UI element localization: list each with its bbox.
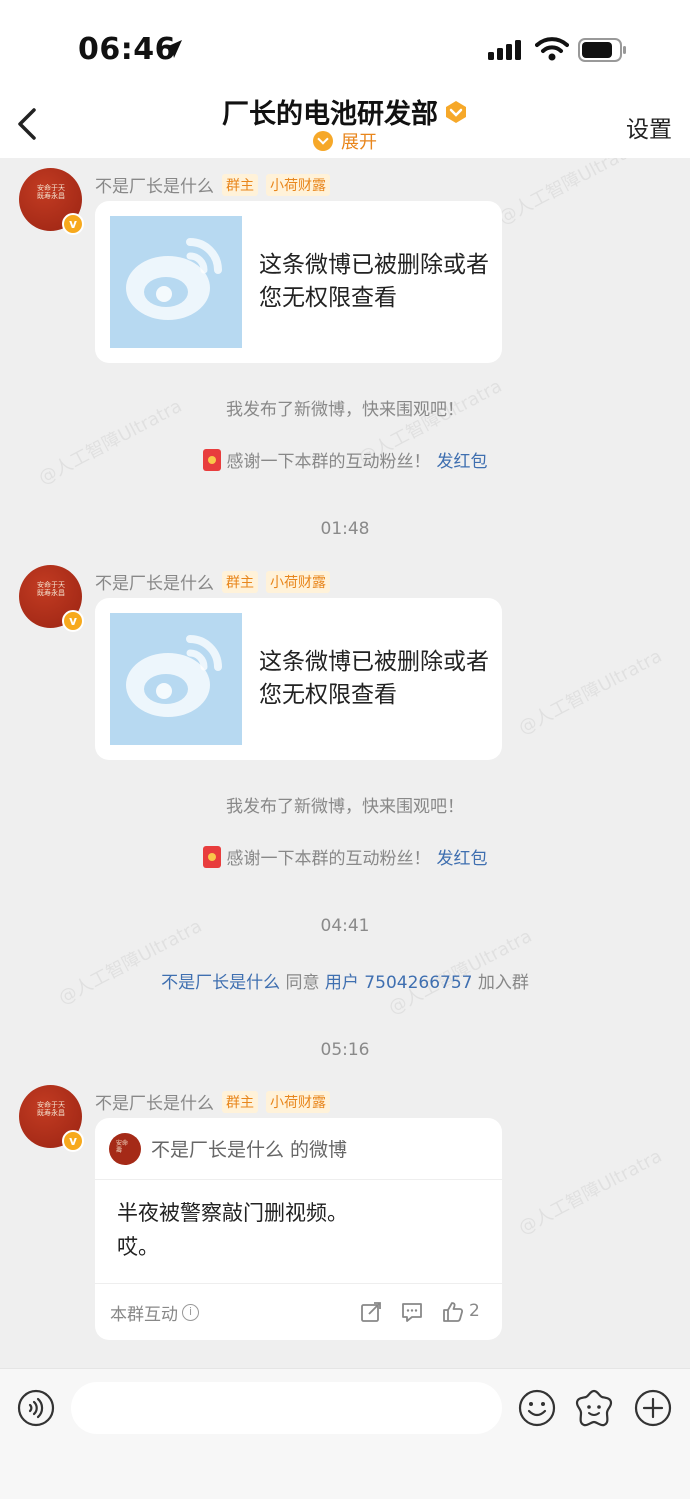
system-message: 我发布了新微博，快来围观吧！	[226, 400, 464, 420]
watermark: @人工智障Ultratra	[515, 1145, 666, 1239]
expand-label: 展开	[341, 132, 377, 153]
avatar-seal-art: 安命于天 既寿永昌	[37, 1101, 65, 1117]
join-event: 不是厂长是什么 同意 用户 7504266757 加入群	[0, 968, 690, 993]
red-packet-icon	[202, 448, 221, 471]
like-count: 2	[469, 1301, 480, 1321]
weibo-logo-thumbnail	[110, 613, 242, 745]
sender-name[interactable]: 不是厂长是什么	[95, 172, 214, 197]
wifi-icon	[535, 37, 569, 61]
weibo-logo-icon	[126, 238, 222, 320]
comment-icon[interactable]	[401, 1301, 423, 1323]
expand-toggle[interactable]: 展开	[0, 128, 690, 156]
weibo-card-header[interactable]: 不是厂长是什么 的微博	[95, 1118, 502, 1180]
settings-button[interactable]: 设置	[626, 110, 672, 144]
watermark: @人工智障Ultratra	[515, 645, 666, 739]
weibo-card-header-text: 不是厂长是什么 的微博	[151, 1139, 348, 1161]
timestamp: 04:41	[320, 916, 370, 936]
role-tag-title: 小荷财露	[266, 570, 330, 593]
sender-line: 不是厂长是什么 群主 小荷财露	[95, 569, 330, 594]
nav-bar: 厂长的电池研发部 展开 设置	[0, 90, 690, 158]
group-badge-icon	[446, 100, 466, 123]
join-suffix: 加入群	[477, 973, 529, 993]
sender-avatar[interactable]: 安命于天 既寿永昌 v	[19, 565, 84, 632]
like-icon[interactable]	[442, 1301, 464, 1323]
deleted-weibo-card[interactable]: 这条微博已被删除或者您无权限查看	[95, 201, 502, 363]
sender-avatar[interactable]: 安命于天 既寿永昌 v	[19, 168, 84, 235]
join-target-link[interactable]: 用户 7504266757	[325, 973, 473, 993]
share-icon[interactable]	[360, 1301, 382, 1323]
weibo-logo-thumbnail	[110, 216, 242, 348]
deleted-weibo-card[interactable]: 这条微博已被删除或者您无权限查看	[95, 598, 502, 760]
weibo-author-avatar	[109, 1132, 141, 1165]
red-packet-icon	[202, 845, 221, 868]
role-tag-title: 小荷财露	[266, 1090, 330, 1113]
weibo-card-footer: 本群互动 i 2	[95, 1283, 502, 1340]
avatar-seal-art: 安命于天 既寿永昌	[37, 184, 65, 200]
cellular-signal-icon	[488, 40, 521, 60]
voice-input-icon[interactable]	[17, 1389, 55, 1427]
send-redpacket-link[interactable]: 发红包	[437, 844, 488, 869]
chevron-down-icon	[313, 131, 333, 151]
sender-name[interactable]: 不是厂长是什么	[95, 569, 214, 594]
sender-avatar[interactable]: 安命于天 既寿永昌 v	[19, 1085, 84, 1152]
join-verb: 同意	[285, 973, 320, 993]
role-tag-title: 小荷财露	[266, 173, 330, 196]
sender-name[interactable]: 不是厂长是什么	[95, 1089, 214, 1114]
role-tag-owner: 群主	[222, 570, 258, 593]
weibo-body: 半夜被警察敲门删视频。 哎。	[117, 1196, 348, 1264]
avatar-seal-art: 安命于天 既寿永昌	[37, 581, 65, 597]
join-actor-link[interactable]: 不是厂长是什么	[161, 973, 280, 993]
timestamp: 01:48	[320, 519, 370, 539]
battery-icon	[578, 38, 626, 62]
message-input[interactable]	[71, 1382, 502, 1434]
status-bar: 06:46	[0, 0, 690, 90]
group-title-text: 厂长的电池研发部	[222, 99, 438, 130]
sticker-icon[interactable]	[574, 1388, 614, 1428]
verified-badge-icon: v	[62, 1130, 84, 1152]
deleted-notice: 这条微博已被删除或者您无权限查看	[259, 649, 489, 708]
timestamp: 05:16	[320, 1040, 370, 1060]
deleted-notice: 这条微博已被删除或者您无权限查看	[259, 252, 489, 311]
sender-line: 不是厂长是什么 群主 小荷财露	[95, 172, 330, 197]
redpacket-prompt: 感谢一下本群的互动粉丝！ 发红包	[0, 844, 690, 873]
verified-badge-icon: v	[62, 610, 84, 632]
role-tag-owner: 群主	[222, 173, 258, 196]
verified-badge-icon: v	[62, 213, 84, 235]
emoji-icon[interactable]	[518, 1389, 556, 1427]
plus-icon[interactable]	[634, 1389, 672, 1427]
redpacket-text: 感谢一下本群的互动粉丝！	[226, 849, 431, 869]
group-interaction-text: 本群互动	[110, 1305, 178, 1325]
group-title: 厂长的电池研发部	[0, 92, 690, 131]
system-message: 我发布了新微博，快来围观吧！	[226, 797, 464, 817]
watermark: @人工智障Ultratra	[495, 158, 646, 229]
shared-weibo-card[interactable]: 不是厂长是什么 的微博 半夜被警察敲门删视频。 哎。 本群互动 i 2	[95, 1118, 502, 1340]
input-bar	[0, 1368, 690, 1499]
redpacket-prompt: 感谢一下本群的互动粉丝！ 发红包	[0, 447, 690, 476]
weibo-body-line: 半夜被警察敲门删视频。	[117, 1201, 348, 1225]
role-tag-owner: 群主	[222, 1090, 258, 1113]
group-interaction-label[interactable]: 本群互动 i	[110, 1300, 199, 1325]
chat-area[interactable]: @人工智障Ultratra @人工智障Ultratra @人工智障Ultratr…	[0, 158, 690, 1368]
redpacket-text: 感谢一下本群的互动粉丝！	[226, 452, 431, 472]
location-arrow-icon	[164, 40, 182, 58]
weibo-body-line: 哎。	[117, 1235, 159, 1259]
weibo-logo-icon	[126, 635, 222, 717]
send-redpacket-link[interactable]: 发红包	[437, 447, 488, 472]
sender-line: 不是厂长是什么 群主 小荷财露	[95, 1089, 330, 1114]
info-icon: i	[182, 1304, 199, 1321]
